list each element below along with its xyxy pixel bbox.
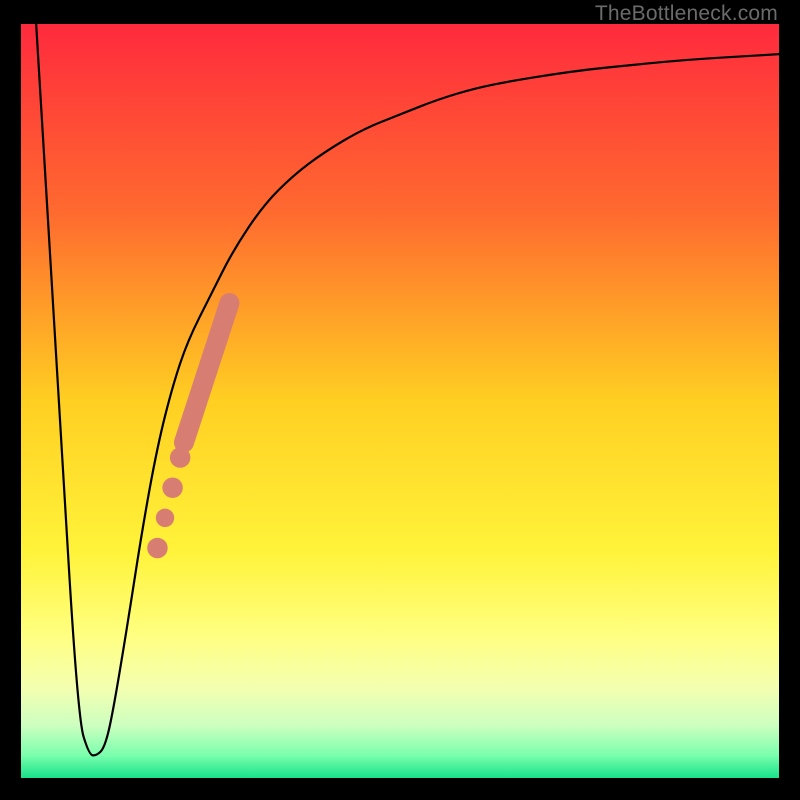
plot-area bbox=[21, 24, 779, 778]
chart-frame: TheBottleneck.com bbox=[0, 0, 800, 800]
highlight-dot bbox=[156, 509, 174, 527]
highlight-dot bbox=[170, 447, 190, 467]
watermark-label: TheBottleneck.com bbox=[595, 2, 778, 26]
highlight-dot bbox=[147, 538, 167, 558]
chart-svg bbox=[21, 24, 779, 778]
highlight-dot bbox=[162, 477, 182, 497]
gradient-background bbox=[21, 24, 779, 778]
